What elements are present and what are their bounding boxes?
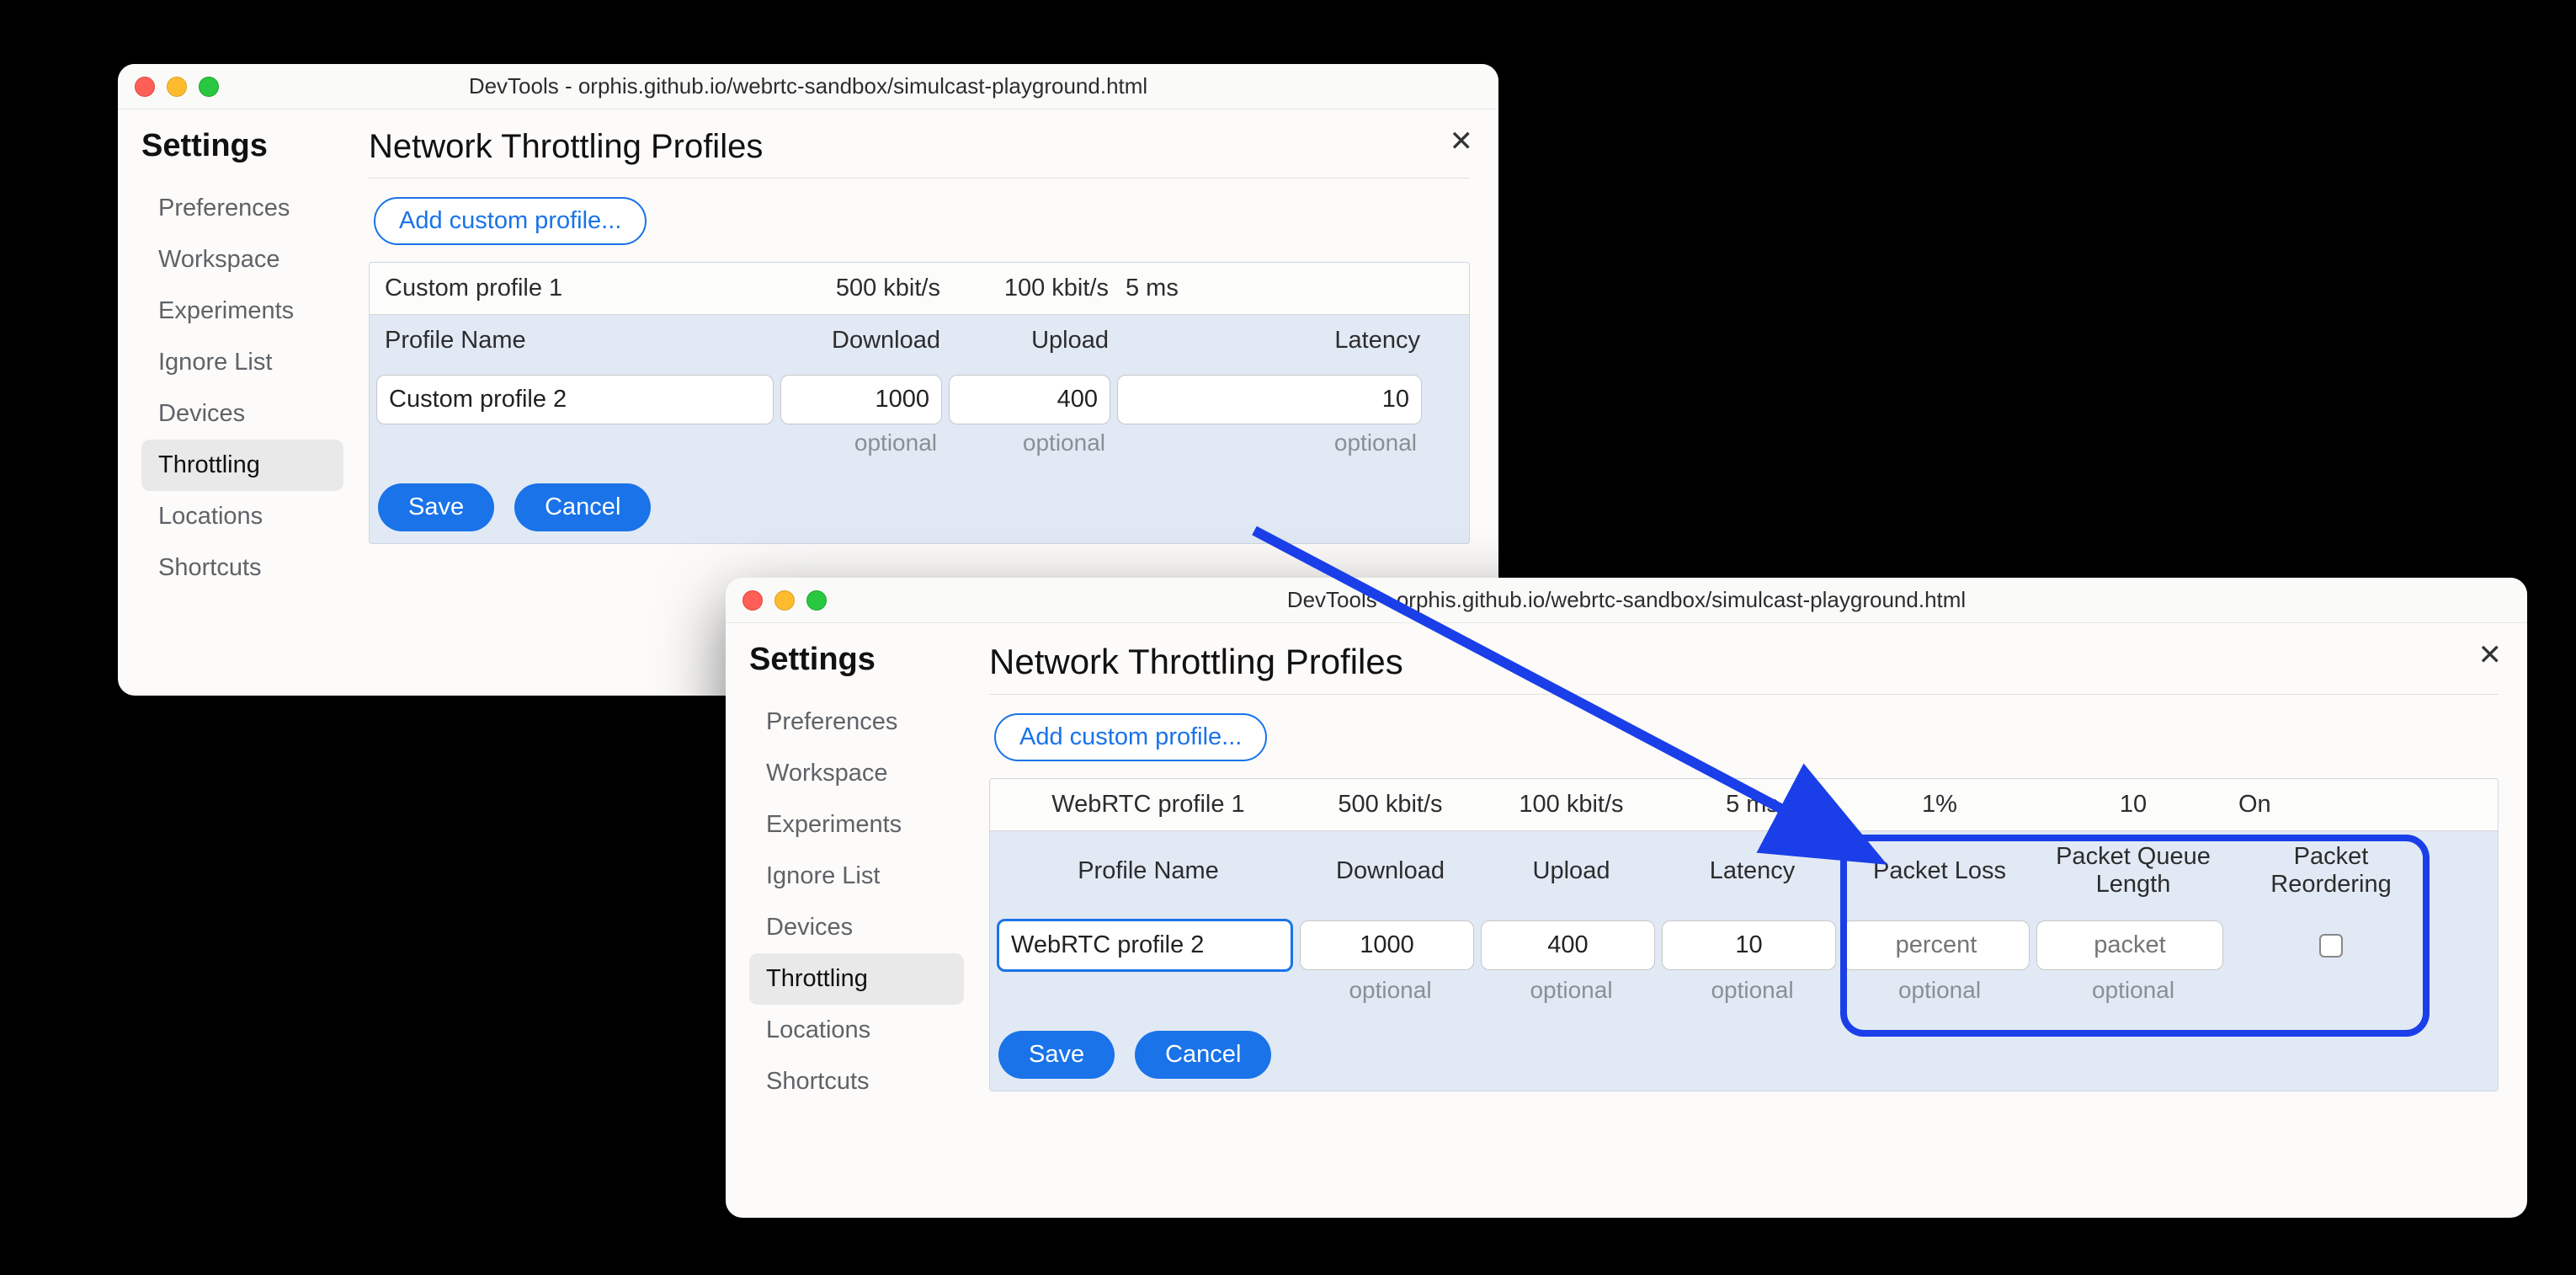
upload-input[interactable] (1481, 920, 1655, 970)
sidebar-item-locations[interactable]: Locations (141, 491, 343, 542)
sidebar-item-devices[interactable]: Devices (141, 388, 343, 440)
maximize-window-icon[interactable] (199, 77, 219, 97)
hint-latency: optional (1662, 972, 1843, 1016)
profiles-table: Custom profile 1 500 kbit/s 100 kbit/s 5… (369, 262, 1470, 544)
sidebar-item-ignore-list[interactable]: Ignore List (141, 337, 343, 388)
page-title: Network Throttling Profiles (989, 642, 2499, 695)
hint-upload: optional (1481, 972, 1662, 1016)
main-content: ✕ Network Throttling Profiles Add custom… (974, 623, 2527, 1126)
cell-upload: 100 kbit/s (949, 263, 1117, 314)
hint-row: optional optional optional optional opti… (990, 972, 2498, 1016)
cell-profile-name: WebRTC profile 1 (997, 779, 1300, 830)
packet-loss-input[interactable] (1843, 920, 2030, 970)
latency-input[interactable] (1117, 375, 1422, 424)
header-download: Download (1300, 846, 1481, 897)
sidebar-item-devices[interactable]: Devices (749, 902, 964, 953)
profile-name-input[interactable] (376, 375, 774, 424)
sidebar-item-throttling[interactable]: Throttling (749, 953, 964, 1005)
titlebar: DevTools - orphis.github.io/webrtc-sandb… (726, 578, 2527, 623)
header-upload: Upload (1481, 846, 1662, 897)
settings-sidebar: Settings Preferences Workspace Experimen… (118, 109, 354, 612)
close-window-icon[interactable] (742, 590, 763, 611)
sidebar-item-locations[interactable]: Locations (749, 1005, 964, 1056)
sidebar-title: Settings (141, 128, 343, 164)
sidebar-item-shortcuts[interactable]: Shortcuts (141, 542, 343, 594)
sidebar-item-ignore-list[interactable]: Ignore List (749, 851, 964, 902)
traffic-lights (742, 590, 827, 611)
table-row[interactable]: WebRTC profile 1 500 kbit/s 100 kbit/s 5… (990, 779, 2498, 831)
header-packet-queue: Packet Queue Length (2036, 831, 2230, 910)
sidebar-item-preferences[interactable]: Preferences (749, 696, 964, 748)
header-latency: Latency (1117, 315, 1429, 366)
close-window-icon[interactable] (135, 77, 155, 97)
sidebar-item-shortcuts[interactable]: Shortcuts (749, 1056, 964, 1107)
hint-download: optional (1300, 972, 1481, 1016)
hint-packet-loss: optional (1843, 972, 2036, 1016)
titlebar: DevTools - orphis.github.io/webrtc-sandb… (118, 64, 1498, 109)
close-icon[interactable]: ✕ (2478, 638, 2503, 672)
cell-latency: 5 ms (1117, 263, 1429, 314)
window-title: DevTools - orphis.github.io/webrtc-sandb… (742, 587, 2510, 613)
sidebar-item-preferences[interactable]: Preferences (141, 183, 343, 234)
hint-download: optional (780, 424, 949, 468)
profiles-table: WebRTC profile 1 500 kbit/s 100 kbit/s 5… (989, 778, 2499, 1091)
cell-packet-reorder: On (2230, 779, 2432, 830)
edit-row (370, 366, 1469, 424)
hint-packet-queue: optional (2036, 972, 2230, 1016)
close-icon[interactable]: ✕ (1450, 125, 1474, 158)
table-row[interactable]: Custom profile 1 500 kbit/s 100 kbit/s 5… (370, 263, 1469, 315)
add-custom-profile-button[interactable]: Add custom profile... (994, 713, 1267, 761)
edit-row (990, 910, 2498, 972)
download-input[interactable] (780, 375, 942, 424)
sidebar-item-throttling[interactable]: Throttling (141, 440, 343, 491)
packet-reorder-checkbox[interactable] (2319, 934, 2343, 958)
cell-download: 500 kbit/s (1300, 779, 1481, 830)
hint-row: optional optional optional (370, 424, 1469, 468)
traffic-lights (135, 77, 219, 97)
save-button[interactable]: Save (998, 1031, 1115, 1079)
upload-input[interactable] (949, 375, 1110, 424)
latency-input[interactable] (1662, 920, 1836, 970)
hint-upload: optional (949, 424, 1117, 468)
minimize-window-icon[interactable] (167, 77, 187, 97)
minimize-window-icon[interactable] (774, 590, 795, 611)
sidebar-title: Settings (749, 642, 964, 678)
add-custom-profile-button[interactable]: Add custom profile... (374, 197, 647, 245)
header-download: Download (780, 315, 949, 366)
devtools-window-new: DevTools - orphis.github.io/webrtc-sandb… (726, 578, 2527, 1218)
cell-latency: 5 ms (1662, 779, 1843, 830)
page-title: Network Throttling Profiles (369, 128, 1470, 179)
packet-queue-input[interactable] (2036, 920, 2223, 970)
sidebar-item-workspace[interactable]: Workspace (749, 748, 964, 799)
cell-download: 500 kbit/s (780, 263, 949, 314)
cell-packet-loss: 1% (1843, 779, 2036, 830)
main-content: ✕ Network Throttling Profiles Add custom… (354, 109, 1498, 612)
download-input[interactable] (1300, 920, 1474, 970)
button-row: Save Cancel (370, 468, 1469, 543)
table-header: Profile Name Download Upload Latency Pac… (990, 831, 2498, 910)
header-packet-loss: Packet Loss (1843, 846, 2036, 897)
header-profile-name: Profile Name (997, 846, 1300, 897)
sidebar-item-workspace[interactable]: Workspace (141, 234, 343, 285)
hint-latency: optional (1117, 424, 1429, 468)
cell-profile-name: Custom profile 1 (376, 263, 780, 314)
cancel-button[interactable]: Cancel (514, 483, 651, 531)
cell-packet-queue: 10 (2036, 779, 2230, 830)
button-row: Save Cancel (990, 1016, 2498, 1091)
profile-name-input[interactable] (997, 919, 1293, 972)
sidebar-item-experiments[interactable]: Experiments (749, 799, 964, 851)
window-title: DevTools - orphis.github.io/webrtc-sandb… (135, 73, 1482, 99)
maximize-window-icon[interactable] (806, 590, 827, 611)
header-profile-name: Profile Name (376, 315, 780, 366)
header-latency: Latency (1662, 846, 1843, 897)
sidebar-item-experiments[interactable]: Experiments (141, 285, 343, 337)
header-packet-reorder: Packet Reordering (2230, 831, 2432, 910)
table-header: Profile Name Download Upload Latency (370, 315, 1469, 366)
header-upload: Upload (949, 315, 1117, 366)
cancel-button[interactable]: Cancel (1135, 1031, 1271, 1079)
cell-upload: 100 kbit/s (1481, 779, 1662, 830)
settings-sidebar: Settings Preferences Workspace Experimen… (726, 623, 974, 1126)
save-button[interactable]: Save (378, 483, 494, 531)
